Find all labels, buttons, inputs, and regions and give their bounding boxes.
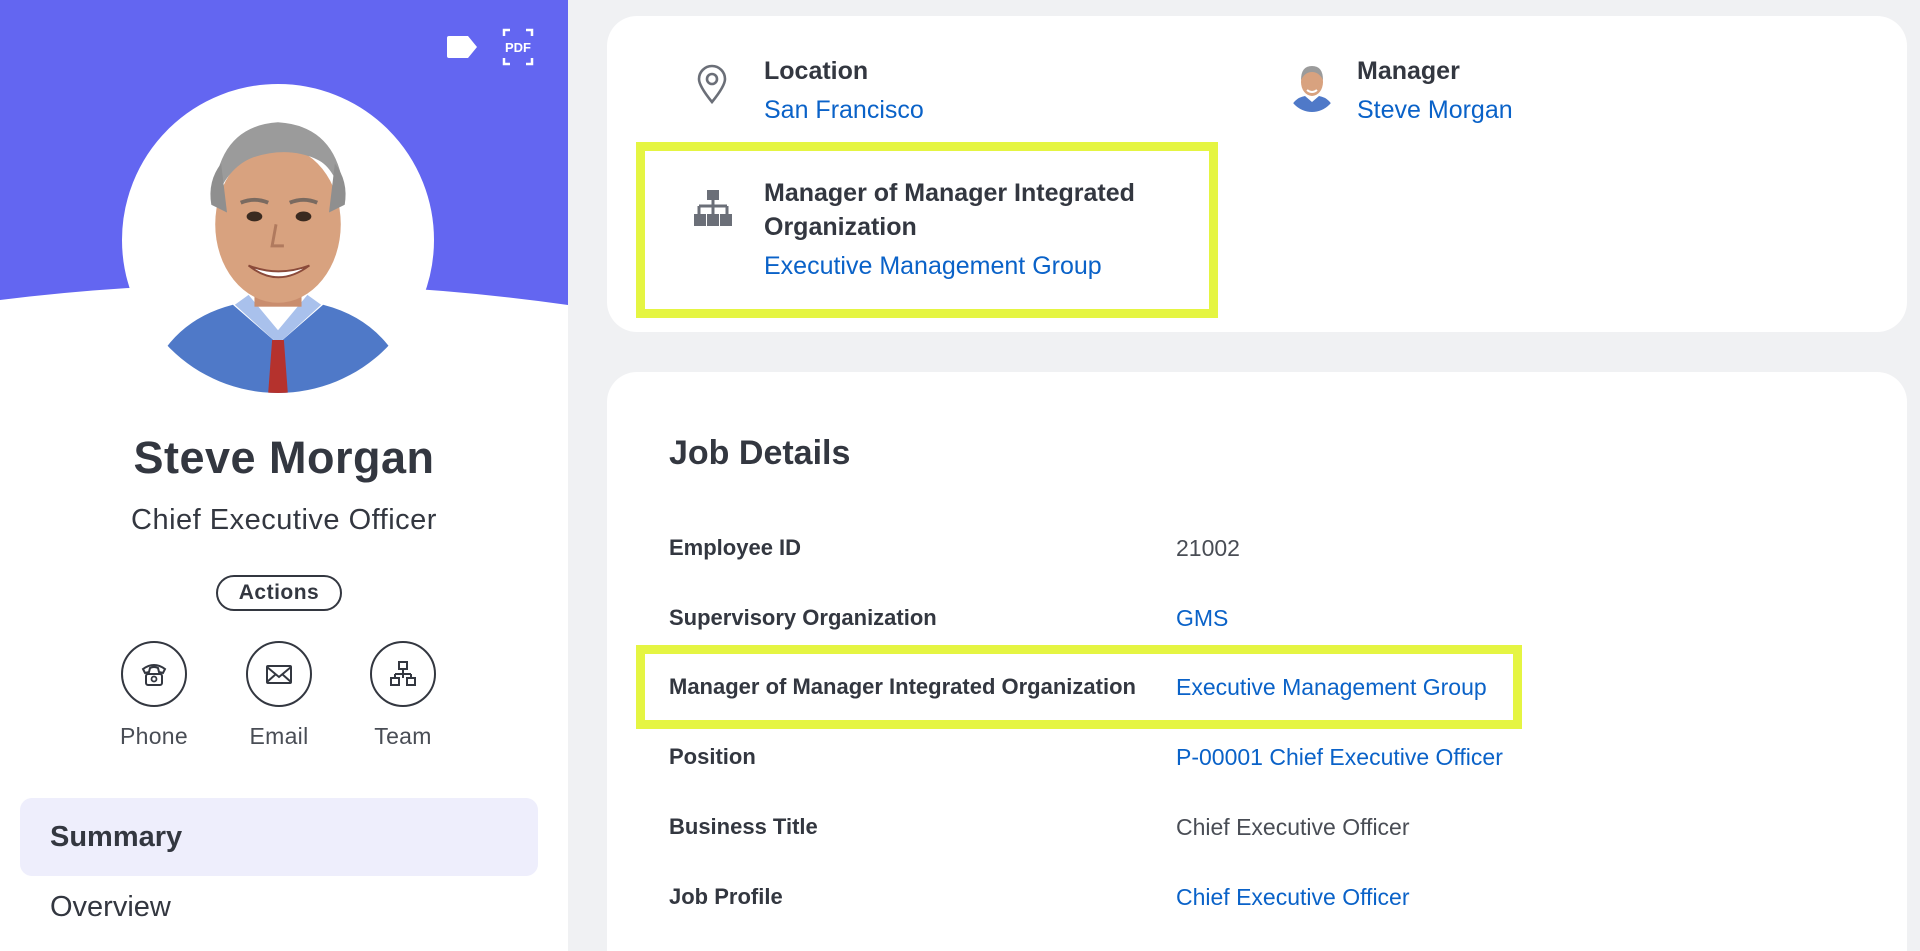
team-button[interactable] bbox=[370, 641, 436, 707]
pdf-icon[interactable]: PDF bbox=[502, 28, 534, 66]
detail-label: Position bbox=[669, 744, 756, 769]
email-action[interactable]: Email bbox=[214, 641, 344, 750]
phone-icon bbox=[141, 664, 167, 686]
mmio-link[interactable]: Executive Management Group bbox=[764, 249, 1102, 283]
detail-label: Employee ID bbox=[669, 535, 802, 560]
org-chart-icon bbox=[694, 190, 732, 226]
detail-label: Job Profile bbox=[669, 884, 783, 909]
detail-link[interactable]: P-00001 Chief Executive Officer bbox=[1176, 737, 1503, 777]
pdf-label: PDF bbox=[505, 40, 531, 55]
location-label: Location bbox=[764, 57, 869, 85]
detail-value: 21002 bbox=[1176, 535, 1240, 561]
job-details-card: Job Details Employee ID 21002 Supervisor… bbox=[607, 372, 1907, 951]
location-pin-icon bbox=[697, 64, 727, 104]
profile-panel: PDF Steve Morgan Chief Executive Officer… bbox=[0, 0, 568, 951]
email-button[interactable] bbox=[246, 641, 312, 707]
info-card: Location San Francisco Manager Steve Mor… bbox=[607, 16, 1907, 332]
team-icon bbox=[390, 661, 416, 686]
actions-button[interactable]: Actions bbox=[216, 575, 342, 611]
detail-value: Chief Executive Officer bbox=[1176, 814, 1410, 840]
profile-title: Chief Executive Officer bbox=[131, 504, 437, 536]
manager-link[interactable]: Steve Morgan bbox=[1357, 93, 1513, 127]
quick-actions: Phone Email Team bbox=[0, 641, 568, 761]
email-icon bbox=[266, 665, 292, 684]
detail-row: Position P-00001 Chief Executive Officer bbox=[669, 737, 1869, 777]
job-details-title: Job Details bbox=[669, 434, 851, 472]
detail-link[interactable]: Executive Management Group bbox=[1176, 667, 1487, 707]
phone-button[interactable] bbox=[121, 641, 187, 707]
location-link[interactable]: San Francisco bbox=[764, 93, 924, 127]
detail-link[interactable]: Chief Executive Officer bbox=[1176, 877, 1410, 917]
detail-link[interactable]: GMS bbox=[1176, 598, 1228, 638]
manager-avatar[interactable] bbox=[1287, 60, 1337, 112]
detail-row: Manager of Manager Integrated Organizati… bbox=[669, 667, 1869, 707]
detail-row: Employee ID 21002 bbox=[669, 528, 1869, 568]
detail-label: Supervisory Organization bbox=[669, 605, 937, 630]
detail-row: Job Profile Chief Executive Officer bbox=[669, 877, 1869, 917]
team-action[interactable]: Team bbox=[338, 641, 468, 750]
tag-icon[interactable] bbox=[446, 36, 478, 58]
email-label: Email bbox=[249, 723, 309, 749]
detail-row: Supervisory Organization GMS bbox=[669, 598, 1869, 638]
nav-overview[interactable]: Overview bbox=[50, 891, 171, 924]
detail-label: Business Title bbox=[669, 814, 818, 839]
detail-label: Manager of Manager Integrated Organizati… bbox=[669, 674, 1136, 699]
mmio-label: Manager of Manager Integrated Organizati… bbox=[764, 179, 1135, 241]
profile-name: Steve Morgan bbox=[133, 432, 435, 483]
detail-row: Business Title Chief Executive Officer bbox=[669, 807, 1869, 847]
manager-label: Manager bbox=[1357, 57, 1460, 85]
nav-summary[interactable]: Summary bbox=[20, 798, 538, 876]
phone-action[interactable]: Phone bbox=[89, 641, 219, 750]
phone-label: Phone bbox=[119, 723, 188, 749]
avatar[interactable] bbox=[122, 84, 434, 396]
banner-toolbar: PDF bbox=[446, 28, 534, 66]
team-label: Team bbox=[374, 723, 432, 749]
